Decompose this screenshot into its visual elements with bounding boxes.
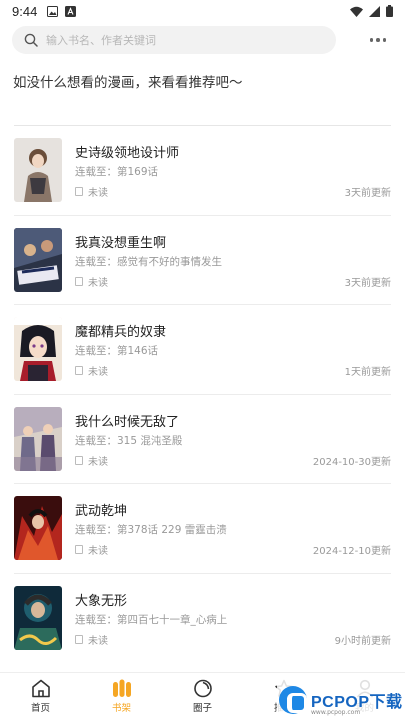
text-notification-icon: [65, 5, 77, 17]
more-options-icon[interactable]: [363, 26, 393, 54]
circle-icon: [193, 679, 212, 698]
book-item[interactable]: 我什么时候无敌了 连载至：315 混沌圣殿 未读 2024-10-30更新: [0, 395, 405, 484]
book-serial: 连载至：第四百七十一章_心病上: [75, 613, 228, 626]
book-icon: [75, 455, 83, 465]
search-placeholder: 输入书名、作者关键词: [46, 34, 156, 47]
status-right: [350, 5, 393, 17]
read-status-label: 未读: [88, 635, 108, 647]
watermark-logo-icon: [279, 685, 307, 714]
book-icon: [75, 276, 83, 286]
read-status: 未读: [75, 363, 108, 378]
book-title: 武动乾坤: [75, 504, 128, 519]
read-status-label: 未读: [88, 188, 108, 199]
read-status-label: 未读: [88, 277, 108, 289]
home-icon: [31, 679, 50, 698]
book-serial: 连载至：第378话 229 雷霆击溃: [75, 524, 227, 536]
update-time: 2024-12-10更新: [312, 546, 391, 557]
book-cover[interactable]: [14, 317, 62, 381]
read-status: 未读: [75, 274, 108, 289]
tab-circle[interactable]: 圈子: [162, 673, 243, 720]
signal-icon: [369, 5, 380, 17]
wifi-icon: [350, 6, 363, 17]
tab-home[interactable]: 首页: [0, 673, 81, 720]
battery-icon: [386, 5, 393, 17]
bookshelf-list: 史诗级领地设计师 连载至：第169话 未读 3天前更新 我真没想重生啊 连载至：…: [0, 126, 405, 663]
read-status: 未读: [75, 542, 108, 557]
read-status: 未读: [75, 184, 108, 199]
book-item[interactable]: 大象无形 连载至：第四百七十一章_心病上 未读 9小时前更新: [0, 574, 405, 664]
book-item[interactable]: 武动乾坤 连载至：第378话 229 雷霆击溃 未读 2024-12-10更新: [0, 484, 405, 574]
book-icon: [75, 634, 83, 644]
read-status: 未读: [75, 632, 108, 647]
read-status-label: 未读: [88, 367, 108, 378]
update-time: 3天前更新: [344, 277, 391, 289]
search-input[interactable]: 输入书名、作者关键词: [12, 26, 336, 54]
search-row: 输入书名、作者关键词: [12, 26, 393, 54]
search-icon: [24, 33, 38, 47]
book-item[interactable]: 魔都精兵的奴隶 连载至：第146话 未读 1天前更新: [0, 305, 405, 395]
book-icon: [75, 366, 83, 375]
update-time: 1天前更新: [344, 367, 391, 378]
book-title: 魔都精兵的奴隶: [75, 325, 167, 340]
status-bar: 9:44: [0, 0, 405, 22]
book-title: 我真没想重生啊: [75, 235, 167, 251]
watermark-text: PCPOP下载: [311, 693, 403, 711]
tab-label: 圈子: [192, 703, 212, 714]
watermark-subtext: www.pcpop.com: [311, 709, 361, 716]
update-time: 9小时前更新: [334, 635, 391, 647]
tab-label: 首页: [30, 703, 50, 714]
update-time: 3天前更新: [344, 188, 391, 199]
book-serial: 连载至：第169话: [75, 166, 159, 178]
tab-label: 书架: [111, 703, 131, 714]
gallery-notification-icon: [47, 5, 59, 17]
book-cover[interactable]: [14, 138, 62, 202]
read-status-label: 未读: [88, 456, 108, 468]
bookshelf-icon: [112, 679, 131, 697]
read-status-label: 未读: [88, 546, 108, 557]
book-item[interactable]: 我真没想重生啊 连载至：感觉有不好的事情发生 未读 3天前更新: [0, 216, 405, 305]
status-time: 9:44: [12, 3, 38, 19]
book-title: 大象无形: [75, 593, 128, 609]
book-serial: 连载至：感觉有不好的事情发生: [75, 255, 222, 268]
tab-bookshelf[interactable]: 书架: [81, 673, 162, 720]
book-serial: 连载至：第146话: [75, 345, 159, 357]
book-serial: 连载至：315 混沌圣殿: [75, 434, 183, 447]
recommend-prompt: 如没什么想看的漫画，来看看推荐吧～: [13, 75, 243, 91]
book-icon: [75, 187, 83, 196]
book-cover[interactable]: [14, 406, 62, 471]
read-status: 未读: [75, 453, 108, 468]
watermark: PCPOP下载 www.pcpop.com: [277, 679, 405, 720]
book-icon: [75, 545, 83, 554]
update-time: 2024-10-30更新: [312, 456, 391, 468]
book-title: 我什么时候无敌了: [75, 414, 180, 430]
book-item[interactable]: 史诗级领地设计师 连载至：第169话 未读 3天前更新: [0, 126, 405, 216]
book-cover[interactable]: [14, 585, 62, 650]
book-cover[interactable]: [14, 227, 62, 292]
book-title: 史诗级领地设计师: [75, 146, 180, 161]
book-cover[interactable]: [14, 496, 62, 560]
